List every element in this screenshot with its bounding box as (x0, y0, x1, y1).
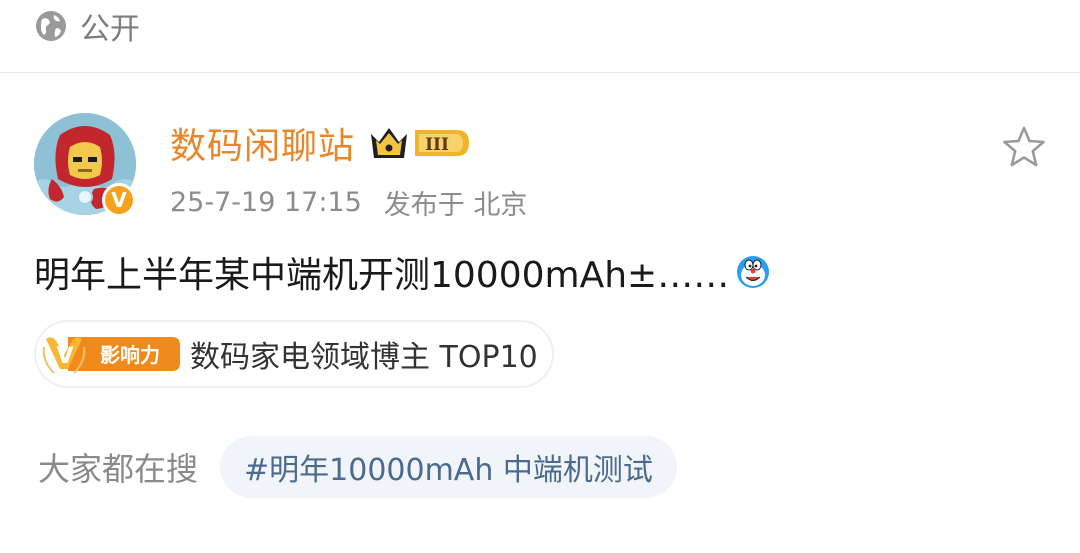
author-name[interactable]: 数码闲聊站 (170, 117, 355, 169)
avatar[interactable]: V (34, 113, 136, 217)
post-text: 明年上半年某中端机开测10000mAh±…… (34, 255, 730, 296)
trending-search: 大家都在搜 #明年10000mAh 中端机测试 (38, 436, 677, 498)
svg-text:影响力: 影响力 (100, 343, 160, 367)
post-location: 发布于 北京 (383, 189, 528, 221)
star-icon[interactable] (1000, 124, 1048, 170)
crown-rank-badge-icon[interactable]: III (367, 120, 471, 166)
influence-badge-icon: V 影响力 (42, 337, 180, 374)
post-meta: 25-7-19 17:15 发布于 北京 (170, 184, 528, 221)
svg-text:III: III (425, 135, 449, 155)
globe-icon (36, 11, 66, 41)
influence-tag[interactable]: V 影响力 数码家电领域博主 TOP10 (34, 320, 554, 388)
trending-topic-text: #明年10000mAh 中端机测试 (244, 453, 653, 488)
visibility-label: 公开 (80, 12, 140, 47)
post-body: 明年上半年某中端机开测10000mAh±…… (34, 248, 771, 296)
author-row: 数码闲聊站 III (170, 117, 471, 169)
visibility-indicator: 公开 (34, 8, 140, 47)
section-divider (0, 72, 1080, 73)
influence-label: 数码家电领域博主 TOP10 (190, 340, 538, 375)
post-timestamp: 25-7-19 17:15 (170, 186, 362, 218)
trending-topic-chip[interactable]: #明年10000mAh 中端机测试 (220, 436, 677, 498)
svg-text:V: V (56, 344, 73, 369)
doraemon-emoji (737, 256, 770, 288)
trending-label: 大家都在搜 (38, 450, 199, 488)
verified-v-icon: V (102, 183, 136, 217)
